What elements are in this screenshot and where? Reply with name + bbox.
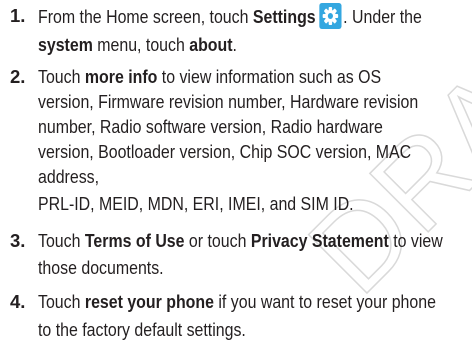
step-number: 1. [10, 5, 26, 26]
settings-gear-icon [319, 3, 342, 29]
step-4-line-2: to the factory default settings. [38, 319, 246, 340]
step-3-line-1: Touch Terms of Use or touch Privacy Stat… [38, 230, 443, 251]
step-2-line-1: Touch more info to view information such… [38, 66, 382, 87]
settings-label: Settings [252, 6, 316, 27]
step-4-line-1: Touch reset your phone if you want to re… [38, 291, 436, 312]
step-1-line-1: From the Home screen, touch Settings. Un… [38, 3, 422, 30]
step-2-line-6: PRL-ID, MEID, MDN, ERI, IMEI, and SIM ID… [38, 193, 354, 214]
step-3-line-2: those documents. [38, 257, 164, 278]
step-2-line-5: address, [38, 166, 100, 187]
step-number: 4. [10, 291, 26, 312]
step-number: 2. [10, 66, 26, 87]
step-2-line-3: number, Radio software version, Radio ha… [38, 116, 383, 137]
step-2-line-2: version, Firmware revision number, Hardw… [38, 91, 419, 112]
step-1-line-2: system menu, touch about. [38, 34, 237, 55]
step-number: 3. [10, 230, 26, 251]
step-2-line-4: version, Bootloader version, Chip SOC ve… [38, 141, 412, 162]
